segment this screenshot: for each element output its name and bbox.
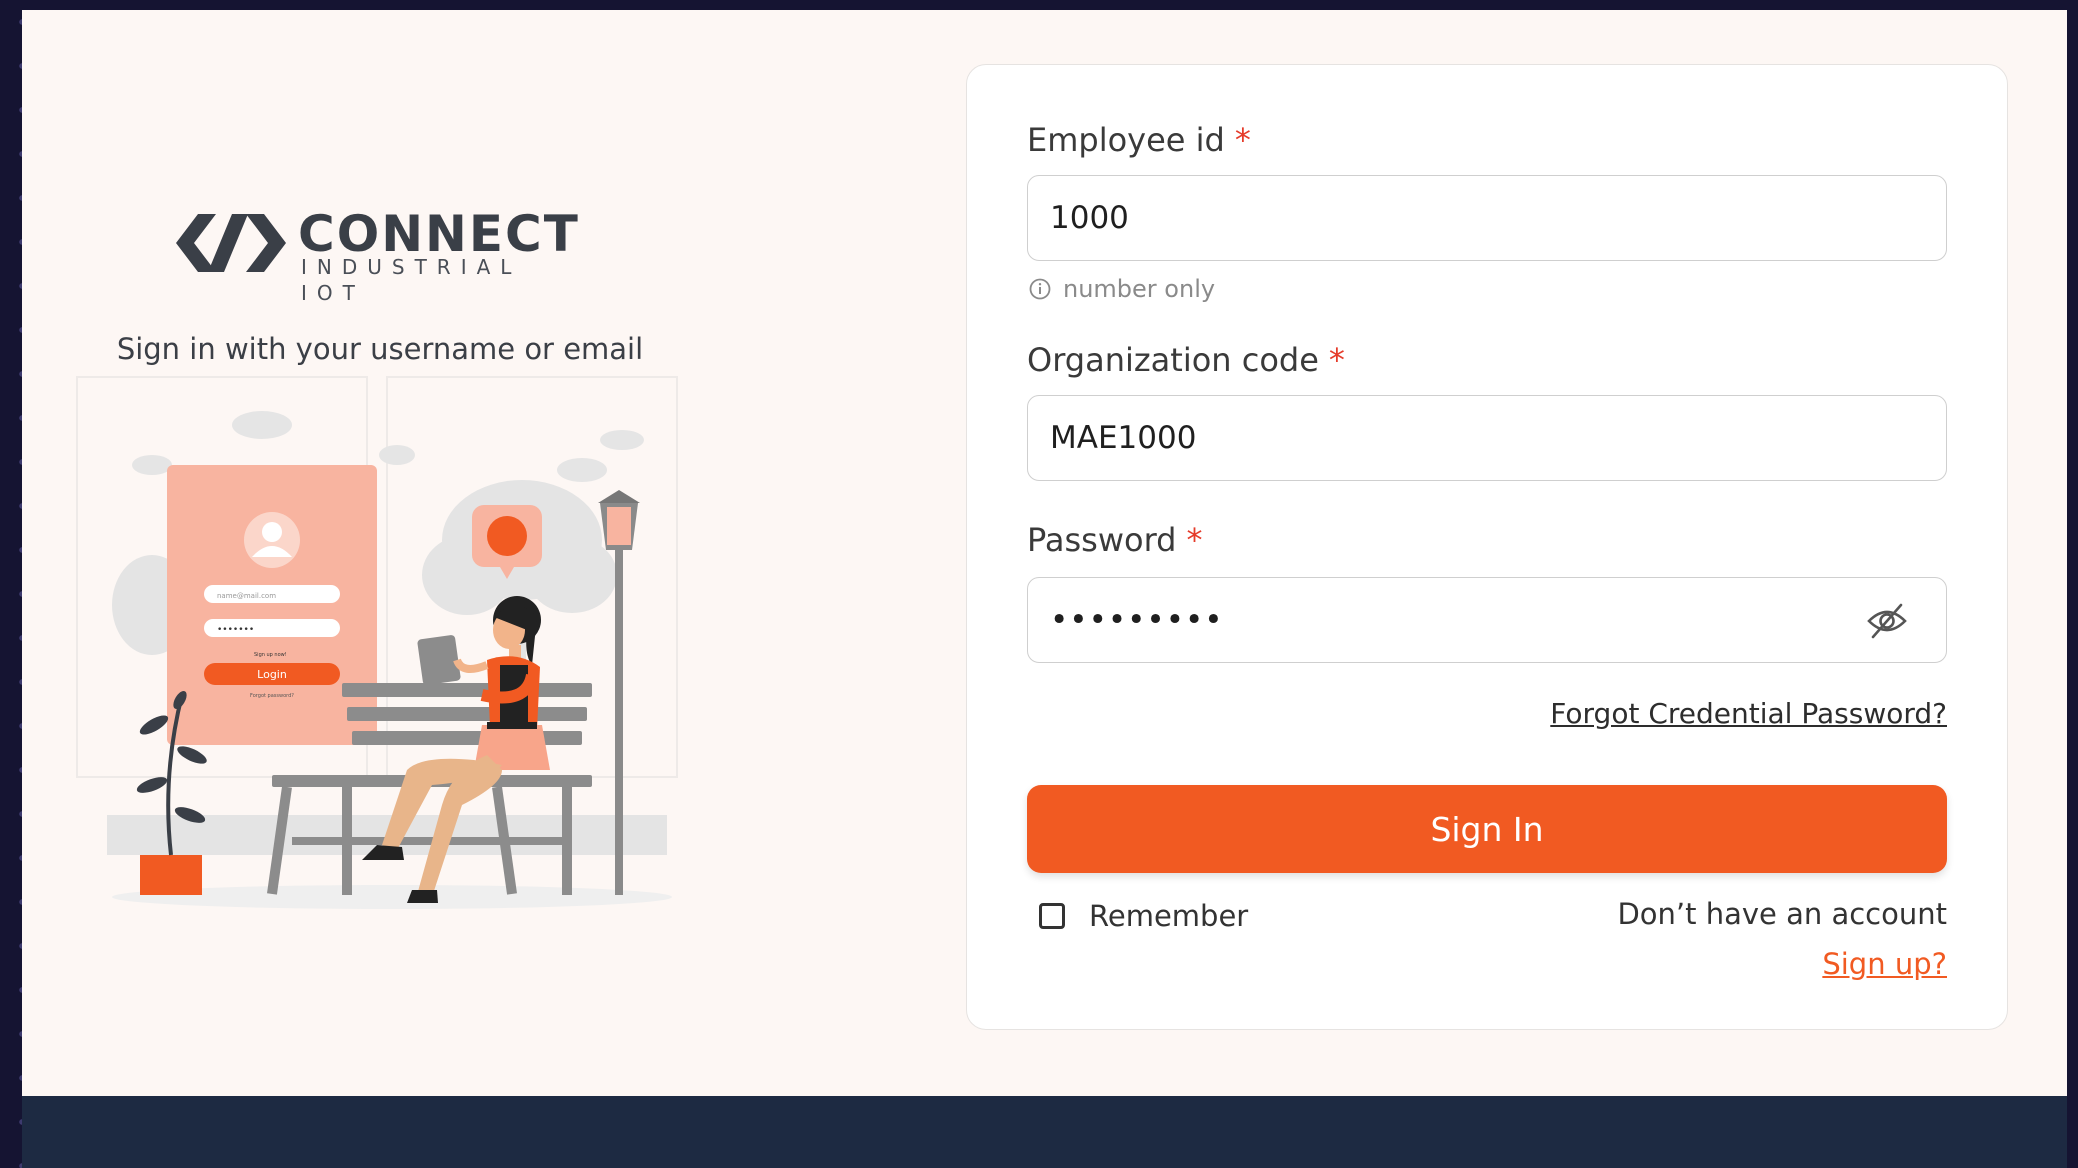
remember-label: Remember	[1089, 899, 1249, 933]
password-input[interactable]	[1050, 578, 1850, 662]
organization-code-field[interactable]	[1027, 395, 1947, 481]
illus-signup-text: Sign up now!	[254, 652, 287, 658]
employee-id-input[interactable]	[1050, 176, 1850, 260]
login-illustration: name@mail.com ••••••• Sign up now! Login…	[76, 376, 678, 909]
required-mark: *	[1328, 341, 1345, 379]
employee-id-label: Employee id *	[1027, 121, 1251, 159]
password-field[interactable]	[1027, 577, 1947, 663]
forgot-password-link[interactable]: Forgot Credential Password?	[1550, 697, 1947, 730]
remember-checkbox[interactable]: Remember	[1039, 899, 1248, 933]
eye-slash-icon[interactable]	[1864, 598, 1910, 644]
required-mark: *	[1186, 521, 1203, 559]
employee-id-hint: number only	[1029, 275, 1215, 303]
employee-id-field[interactable]	[1027, 175, 1947, 261]
required-mark: *	[1234, 121, 1251, 159]
illus-login-label: Login	[257, 668, 287, 681]
no-account-text: Don’t have an account	[1617, 897, 1947, 931]
footer-bar	[22, 1096, 2067, 1168]
organization-code-input[interactable]	[1050, 396, 1850, 480]
sign-up-link[interactable]: Sign up?	[1822, 947, 1947, 981]
illus-email-text: name@mail.com	[217, 592, 276, 600]
connect-logo-icon	[176, 214, 286, 272]
organization-code-label: Organization code *	[1027, 341, 1345, 379]
brand-logo: CONNECT INDUSTRIAL IOT	[176, 205, 596, 305]
checkbox-box[interactable]	[1039, 903, 1065, 929]
info-icon	[1029, 278, 1051, 300]
login-card: Employee id* number only Organization co…	[966, 64, 2008, 1030]
signin-subtitle: Sign in with your username or email	[116, 332, 644, 366]
illus-forgot-text: Forgot password?	[250, 693, 294, 699]
sign-in-button[interactable]: Sign In	[1027, 785, 1947, 873]
illus-password-text: •••••••	[217, 625, 254, 635]
password-label: Password *	[1027, 521, 1203, 559]
brand-tagline: INDUSTRIAL IOT	[301, 255, 522, 305]
